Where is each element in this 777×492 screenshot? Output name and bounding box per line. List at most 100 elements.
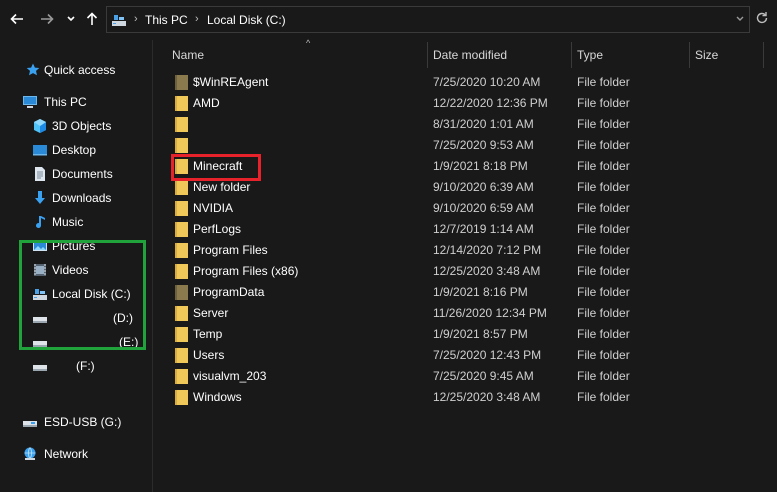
refresh-button[interactable] xyxy=(752,8,772,28)
table-row[interactable]: visualvm_203 7/25/2020 9:45 AM File folder xyxy=(153,366,777,387)
table-row[interactable]: AMD 12/22/2020 12:36 PM File folder xyxy=(153,93,777,114)
address-bar[interactable]: › This PC › Local Disk (C:) xyxy=(106,6,750,33)
file-type: File folder xyxy=(577,75,630,89)
file-date-modified: 12/25/2020 3:48 AM xyxy=(433,264,541,278)
folder-icon xyxy=(175,117,188,132)
file-date-modified: 12/14/2020 7:12 PM xyxy=(433,243,542,257)
file-name: Users xyxy=(193,348,225,362)
file-date-modified: 7/25/2020 12:43 PM xyxy=(433,348,542,362)
column-header-date[interactable]: Date modified xyxy=(427,40,571,70)
file-list: Name ^ Date modified Type Size $WinREAge… xyxy=(153,38,777,492)
table-row[interactable]: Windows 12/25/2020 3:48 AM File folder xyxy=(153,387,777,408)
file-name: $WinREAgent xyxy=(193,75,269,89)
folder-icon xyxy=(175,348,188,363)
usb-drive-icon xyxy=(23,421,37,427)
sidebar-item-desktop[interactable]: Desktop xyxy=(0,138,152,162)
table-row[interactable]: NVIDIA 9/10/2020 6:59 AM File folder xyxy=(153,198,777,219)
file-name: visualvm_203 xyxy=(193,369,267,383)
file-name: ProgramData xyxy=(193,285,265,299)
file-type: File folder xyxy=(577,138,630,152)
file-type: File folder xyxy=(577,117,630,131)
column-header-name[interactable]: Name ^ xyxy=(166,38,428,70)
table-row[interactable]: $WinREAgent 7/25/2020 10:20 AM File folder xyxy=(153,72,777,93)
breadcrumb-separator: › xyxy=(134,13,138,25)
sidebar-item-drive-f[interactable]: (F:) xyxy=(0,354,152,378)
file-date-modified: 7/25/2020 9:53 AM xyxy=(433,138,534,152)
table-row[interactable]: PerfLogs 12/7/2019 1:14 AM File folder xyxy=(153,219,777,240)
folder-icon xyxy=(175,96,188,111)
sidebar-item-this-pc[interactable]: This PC xyxy=(0,90,152,114)
back-button[interactable] xyxy=(8,9,26,29)
table-row[interactable]: Users 7/25/2020 12:43 PM File folder xyxy=(153,345,777,366)
breadcrumb-separator: › xyxy=(195,13,199,25)
sidebar-item-label: ESD-USB (G:) xyxy=(44,415,122,429)
file-name: New folder xyxy=(193,180,251,194)
sidebar-item-quick-access[interactable]: Quick access xyxy=(0,58,152,82)
file-type: File folder xyxy=(577,243,630,257)
file-name: NVIDIA xyxy=(193,201,234,215)
cube-icon xyxy=(34,119,46,133)
table-row[interactable]: ProgramData 1/9/2021 8:16 PM File folder xyxy=(153,282,777,303)
file-name: Windows xyxy=(193,390,242,404)
sidebar-item-label: Downloads xyxy=(52,191,112,205)
column-header-type[interactable]: Type xyxy=(571,40,689,70)
desktop-icon xyxy=(33,145,47,156)
table-row[interactable]: Server 11/26/2020 12:34 PM File folder xyxy=(153,303,777,324)
folder-icon xyxy=(175,327,188,342)
computer-icon xyxy=(23,96,37,108)
star-icon xyxy=(26,63,40,76)
folder-icon xyxy=(175,264,188,279)
table-row[interactable]: 7/25/2020 9:53 AM File folder xyxy=(153,135,777,156)
sidebar-item-label: Desktop xyxy=(52,143,97,157)
column-divider[interactable] xyxy=(763,42,764,68)
sidebar-item-downloads[interactable]: Downloads xyxy=(0,186,152,210)
address-row: › This PC › Local Disk (C:) xyxy=(0,0,777,40)
sidebar-item-3d-objects[interactable]: 3D Objects xyxy=(0,114,152,138)
file-date-modified: 8/31/2020 1:01 AM xyxy=(433,117,534,131)
sidebar-item-music[interactable]: Music xyxy=(0,210,152,234)
sidebar-item-esd-usb[interactable]: ESD-USB (G:) xyxy=(0,410,152,434)
sidebar-item-label: 3D Objects xyxy=(52,119,112,133)
folder-icon xyxy=(175,180,188,195)
up-button[interactable] xyxy=(83,9,101,29)
table-row[interactable]: Program Files (x86) 12/25/2020 3:48 AM Fil… xyxy=(153,261,777,282)
drive-icon xyxy=(33,365,47,371)
file-name: AMD xyxy=(193,96,220,110)
table-row[interactable]: Temp 1/9/2021 8:57 PM File folder xyxy=(153,324,777,345)
sidebar-item-label: This PC xyxy=(44,95,87,109)
file-date-modified: 12/25/2020 3:48 AM xyxy=(433,390,541,404)
table-row[interactable]: 8/31/2020 1:01 AM File folder xyxy=(153,114,777,135)
arrow-right-icon xyxy=(41,13,54,25)
drive-c-icon xyxy=(112,15,126,26)
recent-locations-button[interactable] xyxy=(62,9,80,29)
chevron-down-icon xyxy=(736,16,744,21)
download-icon xyxy=(35,191,45,204)
file-type: File folder xyxy=(577,96,630,110)
column-header-label: Name xyxy=(172,48,205,62)
network-icon xyxy=(24,447,36,460)
green-annotation-box xyxy=(19,240,146,350)
sort-ascending-icon: ^ xyxy=(306,38,311,48)
sidebar-item-label: Quick access xyxy=(44,63,116,77)
file-type: File folder xyxy=(577,306,630,320)
folder-icon xyxy=(175,138,188,153)
breadcrumb-this-pc[interactable]: This PC xyxy=(145,13,188,27)
file-date-modified: 11/26/2020 12:34 PM xyxy=(433,306,547,320)
sidebar-item-label: Music xyxy=(52,215,84,229)
breadcrumb-local-disk[interactable]: Local Disk (C:) xyxy=(207,13,286,27)
table-row[interactable]: Program Files 12/14/2020 7:12 PM File fold… xyxy=(153,240,777,261)
sidebar-item-network[interactable]: Network xyxy=(0,442,152,466)
file-type: File folder xyxy=(577,201,630,215)
address-dropdown-button[interactable] xyxy=(735,11,745,30)
red-annotation-box xyxy=(171,154,261,181)
file-date-modified: 7/25/2020 10:20 AM xyxy=(433,75,541,89)
sidebar-item-documents[interactable]: Documents xyxy=(0,162,152,186)
sidebar-item-label: (F:) xyxy=(76,359,95,373)
document-icon xyxy=(35,167,45,181)
file-name: Program Files (x86) xyxy=(193,264,299,278)
forward-button[interactable] xyxy=(38,9,56,29)
column-header-label: Type xyxy=(577,48,604,62)
column-header-label: Date modified xyxy=(433,48,508,62)
folder-icon xyxy=(175,285,188,300)
folder-icon xyxy=(175,201,188,216)
